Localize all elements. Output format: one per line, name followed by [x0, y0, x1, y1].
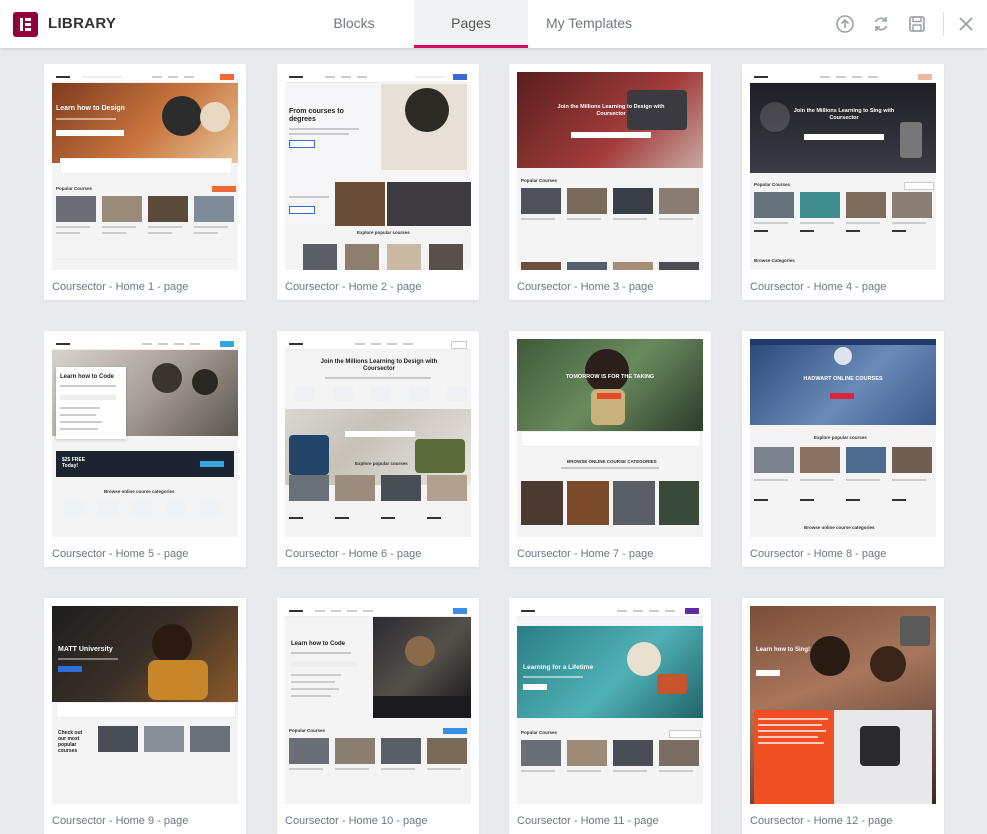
template-thumbnail: Join the Millions Learning to Design wit…: [517, 72, 703, 270]
template-card[interactable]: Join the Millions Learning to Design wit…: [277, 331, 479, 567]
template-thumbnail: Learn how to Code $25 FREE Today! Browse …: [52, 339, 238, 537]
template-card[interactable]: TOMORROW IS FOR THE TAKING BROWSE ONLINE…: [509, 331, 711, 567]
template-card[interactable]: Join the Millions Learning to Sing with …: [742, 64, 944, 300]
upload-icon[interactable]: [835, 14, 855, 34]
template-title: Coursector - Home 3 - page: [517, 281, 654, 293]
tab-pages[interactable]: Pages: [414, 0, 528, 48]
template-card[interactable]: Learn how to Code Popular Courses Course…: [277, 598, 479, 834]
template-title: Coursector - Home 11 - page: [517, 815, 659, 827]
template-title: Coursector - Home 5 - page: [52, 548, 189, 560]
elementor-logo-icon: [13, 12, 38, 37]
template-title: Coursector - Home 4 - page: [750, 281, 887, 293]
template-thumbnail: Join the Millions Learning to Sing with …: [750, 72, 936, 270]
template-title: Coursector - Home 2 - page: [285, 281, 422, 293]
template-card[interactable]: Learn how to Sing! Coursector - Home 12 …: [742, 598, 944, 834]
template-card[interactable]: Join the Millions Learning to Design wit…: [509, 64, 711, 300]
template-thumbnail: From courses to degrees Explore popular …: [285, 72, 471, 270]
template-card[interactable]: MATT University Check out our most popular…: [44, 598, 246, 834]
save-icon[interactable]: [907, 14, 927, 34]
template-thumbnail: MATT University Check out our most popular…: [52, 606, 238, 804]
template-title: Coursector - Home 10 - page: [285, 815, 428, 827]
tab-blocks[interactable]: Blocks: [310, 0, 398, 48]
template-thumbnail: Learn how to Sing!: [750, 606, 936, 804]
tab-my-templates[interactable]: My Templates: [536, 0, 642, 48]
library-title: LIBRARY: [48, 15, 117, 32]
template-card[interactable]: From courses to degrees Explore popular …: [277, 64, 479, 300]
template-thumbnail: HADWART ONLINE COURSES Explore popular c…: [750, 339, 936, 537]
template-thumbnail: Learning for a Lifetime Popular Courses: [517, 606, 703, 804]
template-title: Coursector - Home 12 - page: [750, 815, 893, 827]
close-icon[interactable]: [956, 14, 976, 34]
template-title: Coursector - Home 1 - page: [52, 281, 189, 293]
library-header: LIBRARY Blocks Pages My Templates: [0, 0, 987, 48]
template-thumbnail: Learn how to Design Popular Courses: [52, 72, 238, 270]
template-card[interactable]: Learn how to Design Popular Courses Cour…: [44, 64, 246, 300]
template-thumbnail: TOMORROW IS FOR THE TAKING BROWSE ONLINE…: [517, 339, 703, 537]
template-title: Coursector - Home 6 - page: [285, 548, 422, 560]
template-title: Coursector - Home 9 - page: [52, 815, 189, 827]
template-thumbnail: Learn how to Code Popular Courses: [285, 606, 471, 804]
sync-icon[interactable]: [871, 14, 891, 34]
template-thumbnail: Join the Millions Learning to Design wit…: [285, 339, 471, 537]
template-card[interactable]: HADWART ONLINE COURSES Explore popular c…: [742, 331, 944, 567]
template-title: Coursector - Home 8 - page: [750, 548, 887, 560]
header-divider: [943, 12, 944, 36]
template-title: Coursector - Home 7 - page: [517, 548, 654, 560]
template-card[interactable]: Learning for a Lifetime Popular Courses …: [509, 598, 711, 834]
template-card[interactable]: Learn how to Code $25 FREE Today! Browse …: [44, 331, 246, 567]
